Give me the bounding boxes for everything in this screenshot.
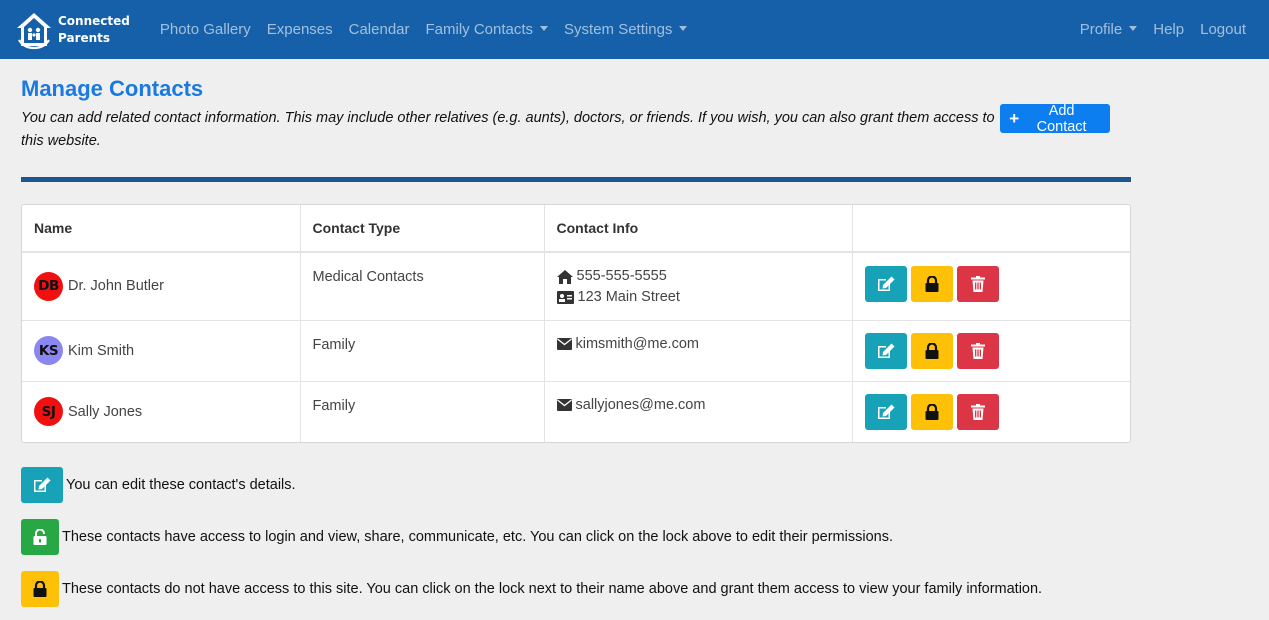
legend-unlocked-button <box>21 519 59 555</box>
legend-locked-text: These contacts do not have access to thi… <box>62 581 1043 597</box>
nav-family-contacts-dropdown[interactable]: Family Contacts <box>418 21 557 38</box>
table-row: DB Dr. John Butler Medical Contacts 555-… <box>22 252 1130 321</box>
lock-button[interactable] <box>910 266 953 302</box>
plus-icon: + <box>1009 108 1020 128</box>
nav-calendar[interactable]: Calendar <box>341 21 418 38</box>
brand-line-2: Parents <box>58 30 111 45</box>
lock-icon <box>925 403 938 420</box>
delete-button[interactable] <box>956 332 999 369</box>
house-logo-icon <box>17 12 51 49</box>
edit-button[interactable] <box>864 393 907 430</box>
unlock-icon <box>33 529 47 545</box>
nav-left: Photo Gallery Expenses Calendar Family C… <box>152 21 696 38</box>
brand-logo[interactable]: Connected Parents <box>14 10 130 50</box>
trash-icon <box>970 276 985 292</box>
lock-button[interactable] <box>910 393 953 430</box>
address-card-icon <box>556 291 574 304</box>
nav-help[interactable]: Help <box>1145 21 1192 38</box>
envelope-icon <box>556 399 572 411</box>
lock-button[interactable] <box>910 332 953 369</box>
lock-icon <box>925 276 938 292</box>
contact-name: Sally Jones <box>68 403 143 420</box>
lock-icon <box>925 342 938 359</box>
add-contact-button[interactable]: + Add Contact <box>1000 102 1110 135</box>
edit-button[interactable] <box>864 332 907 369</box>
nav-right: Profile Help Logout <box>1072 21 1254 38</box>
contact-name: Dr. John Butler <box>68 278 164 295</box>
contact-phone: 555-555-5555 <box>576 268 667 284</box>
contact-address: 123 Main Street <box>577 289 680 305</box>
contact-type: Family <box>312 397 356 414</box>
header-name: Name <box>22 205 301 253</box>
contact-email: sallyjones@me.com <box>575 396 706 413</box>
header-contact-info: Contact Info <box>544 205 853 253</box>
delete-button[interactable] <box>956 266 999 302</box>
legend-edit-text: You can edit these contact's details. <box>66 477 296 493</box>
delete-button[interactable] <box>956 393 999 430</box>
edit-icon <box>34 477 51 492</box>
section-divider <box>21 177 1131 182</box>
avatar: SJ <box>34 397 63 427</box>
legend: You can edit these contact's details. Th… <box>21 467 1110 607</box>
legend-locked-button <box>21 571 59 607</box>
contact-name: Kim Smith <box>68 342 135 359</box>
edit-button[interactable] <box>864 266 907 302</box>
nav-photo-gallery[interactable]: Photo Gallery <box>152 21 259 38</box>
top-navbar: Connected Parents Photo Gallery Expenses… <box>0 0 1269 59</box>
trash-icon <box>970 403 985 420</box>
nav-logout[interactable]: Logout <box>1192 21 1254 38</box>
lock-icon <box>33 581 47 597</box>
contact-type: Family <box>312 336 356 353</box>
home-icon <box>556 269 573 284</box>
header-actions <box>852 205 1130 253</box>
table-row: SJ Sally Jones Family sallyjones@me.com <box>22 381 1130 442</box>
avatar: KS <box>34 336 63 365</box>
page-title: Manage Contacts <box>21 76 204 101</box>
avatar: DB <box>34 271 63 301</box>
intro-text: You can add related contact information.… <box>21 110 995 149</box>
legend-edit-button <box>21 467 63 503</box>
legend-unlocked: These contacts have access to login and … <box>21 519 1110 555</box>
contact-email: kimsmith@me.com <box>575 335 699 352</box>
envelope-icon <box>556 338 572 350</box>
nav-system-settings-dropdown[interactable]: System Settings <box>556 21 695 38</box>
header-contact-type: Contact Type <box>300 205 545 253</box>
legend-unlocked-text: These contacts have access to login and … <box>62 529 893 545</box>
table-row: KS Kim Smith Family kimsmith@me.com <box>22 320 1130 382</box>
legend-locked: These contacts do not have access to thi… <box>21 571 1110 607</box>
legend-edit: You can edit these contact's details. <box>21 467 1110 503</box>
contact-type: Medical Contacts <box>312 269 424 285</box>
edit-icon <box>877 404 894 419</box>
nav-expenses[interactable]: Expenses <box>259 21 341 38</box>
table-header-row: Name Contact Type Contact Info <box>22 205 1130 253</box>
edit-icon <box>877 276 894 291</box>
trash-icon <box>970 342 985 359</box>
main-content: Manage Contacts You can add related cont… <box>0 76 1131 607</box>
brand-line-1: Connected <box>58 13 130 28</box>
contacts-table: Name Contact Type Contact Info DB Dr. Jo… <box>21 204 1131 443</box>
add-contact-label: Add Contact <box>1036 102 1087 135</box>
nav-profile-dropdown[interactable]: Profile <box>1072 21 1146 38</box>
edit-icon <box>877 343 894 358</box>
